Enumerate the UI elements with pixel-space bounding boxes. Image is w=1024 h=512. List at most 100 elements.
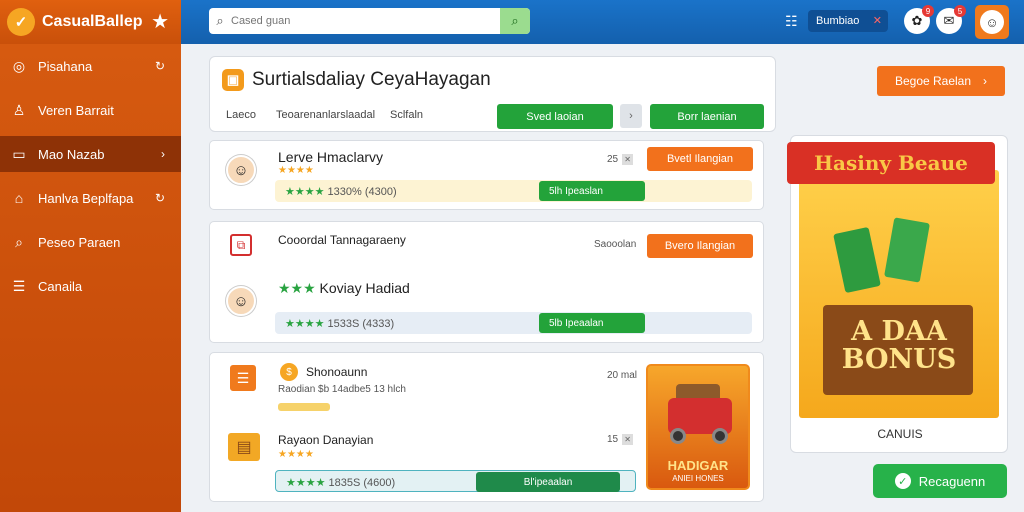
check-icon: ✓	[894, 473, 911, 489]
claim-button-label: Recaguenn	[918, 473, 986, 489]
account-pill[interactable]: Bumbiao ✕	[808, 10, 888, 32]
sidebar-item-label: Canaila	[38, 278, 83, 294]
claim-button[interactable]: ✓ Recaguenn	[873, 464, 1007, 498]
chevron-right-icon: ›	[983, 74, 988, 88]
sidebar-item-label: Veren Barrait	[38, 102, 114, 118]
sidebar-item-3[interactable]: ⌂ Hanlva Beplfapa ↻	[0, 180, 181, 216]
chevron-right-icon: ›	[161, 147, 165, 161]
monitor-icon: ▭	[12, 145, 26, 162]
messages-badge: 5	[954, 5, 966, 17]
top-orange-button-label: Begoe Raelan	[894, 74, 972, 88]
coin-icon: $	[280, 363, 298, 381]
banknote-icon	[833, 226, 881, 294]
star-icon[interactable]: ★	[151, 9, 169, 34]
stats-strip: ★★★★ 1533S (4333) 5lb Ipeaalan	[275, 312, 752, 334]
bonus-text: A DAA BONUS	[841, 316, 957, 375]
close-icon[interactable]: ✕	[622, 154, 634, 165]
wheel-icon	[670, 428, 686, 444]
user-icon: ♙	[12, 101, 26, 118]
rating-stars: ★★★★	[278, 165, 314, 176]
filter-label[interactable]: Teoarenanlarslaadal	[276, 109, 375, 121]
thumbnail-title: HADIGAR	[667, 458, 729, 473]
account-pill-label: Bumbiao	[816, 15, 860, 27]
stats-text: ★★★★ 1330% (4300)	[285, 186, 397, 198]
filter-label[interactable]: Laeco	[226, 109, 256, 121]
avatar-icon: ☺	[980, 10, 1004, 34]
search-button[interactable]: ⌕	[500, 8, 530, 34]
game-name: Lerve Hmaclarvy	[278, 149, 384, 165]
wheel-icon	[712, 428, 728, 444]
chest-icon: ▤	[228, 433, 260, 461]
player-count: 25 ✕	[607, 154, 634, 165]
stats-text: ★★★★ 1533S (4333)	[285, 318, 395, 330]
compass-icon: ◎	[12, 57, 26, 74]
game-subtitle: Raodian $b 14adbe5 13 hlch	[278, 384, 406, 395]
chat-icon: ✉	[943, 13, 955, 28]
sidebar-item-1[interactable]: ♙ Veren Barrait	[0, 92, 181, 128]
promo-panel[interactable]: A DAA BONUS Hasiny Beaue CANUIS	[787, 135, 1008, 453]
card-right-label: Saooolan	[594, 239, 637, 250]
join-button[interactable]: Bl'ipeaalan	[476, 472, 620, 492]
game-thumbnail[interactable]: HADIGAR ANIEI HONES	[646, 364, 750, 490]
search-input[interactable]	[231, 15, 500, 27]
brand[interactable]: ✓ CasualBallep ★	[0, 0, 181, 44]
game-name: Shonoaunn	[306, 365, 368, 379]
join-button[interactable]: 5lb Ipeaalan	[539, 313, 645, 333]
sidebar-item-0[interactable]: ◎ Pisahana ↻	[0, 48, 181, 84]
game-name: ★★★ Koviay Hadiad	[278, 280, 410, 296]
games-icon: ▣	[222, 69, 244, 91]
notification-button[interactable]: ✿ 9	[904, 5, 934, 34]
avatar: ☺	[226, 286, 256, 316]
play-button[interactable]: Bvetl Ilangian	[647, 147, 753, 171]
top-orange-button[interactable]: Begoe Raelan ›	[877, 66, 1005, 96]
logo-icon: ✓	[7, 8, 35, 36]
progress-bar	[278, 403, 330, 411]
app-name: CasualBallep	[42, 13, 143, 30]
refresh-icon: ↻	[154, 191, 165, 205]
profile-button[interactable]: ☺	[975, 5, 1009, 39]
game-logo-icon: ⧉	[230, 234, 252, 256]
sidebar-item-2[interactable]: ▭ Mao Nazab ›	[0, 136, 181, 172]
sidebar-item-label: Pisahana	[38, 58, 93, 74]
notification-badge: 9	[922, 5, 934, 17]
join-button[interactable]: 5lh Ipeaslan	[539, 181, 645, 201]
rating-stars: ★★★★	[278, 449, 314, 460]
search-icon: ⌕	[15, 233, 23, 250]
promo-ribbon: Hasiny Beaue	[787, 142, 995, 184]
bonus-artwork: A DAA BONUS	[799, 170, 999, 418]
player-count: 15 ✕	[607, 434, 634, 445]
play-button[interactable]: Bvero Ilangian	[647, 234, 753, 258]
grid-icon[interactable]: ☷	[785, 13, 798, 30]
stats-strip: ★★★★ 1835S (4600) Bl'ipeaalan	[275, 470, 636, 492]
banknote-icon	[884, 217, 930, 283]
filter-label[interactable]: Sclfaln	[390, 109, 423, 121]
sidebar-item-label: Mao Nazab	[38, 146, 105, 162]
page-title: Surtialsdaliay CeyaHayagan	[252, 69, 491, 90]
close-icon[interactable]: ✕	[873, 14, 882, 27]
sidebar: ◎ Pisahana ↻ ♙ Veren Barrait ▭ Mao Nazab…	[0, 44, 181, 512]
chevron-right-icon[interactable]: ›	[620, 104, 642, 128]
thumbnail-subtitle: ANIEI HONES	[672, 474, 724, 483]
green-action-button-2[interactable]: Borr laenian	[650, 104, 764, 129]
refresh-icon: ↻	[154, 59, 165, 73]
messages-button[interactable]: ✉ 5	[936, 5, 966, 34]
card-heading: Cooordal Tannagaraeny	[278, 233, 406, 247]
promo-caption: CANUIS	[877, 427, 923, 441]
avatar: ☺	[226, 155, 256, 185]
sidebar-item-4[interactable]: ⌕ Peseo Paraen	[0, 224, 181, 260]
game-name: Rayaon Danayian	[278, 433, 374, 447]
bell-icon: ✿	[911, 13, 923, 28]
close-icon[interactable]: ✕	[622, 434, 634, 445]
list-icon: ☰	[12, 277, 26, 294]
stats-text: ★★★★ 1835S (4600)	[286, 477, 396, 489]
green-action-button[interactable]: Sved laoian	[497, 104, 613, 129]
stats-strip: ★★★★ 1330% (4300) 5lh Ipeaslan	[275, 180, 752, 202]
list-icon: ☰	[230, 365, 256, 391]
search-icon: ⌕	[216, 13, 224, 28]
sidebar-item-label: Hanlva Beplfapa	[38, 190, 134, 206]
home-icon: ⌂	[14, 190, 24, 206]
player-count: 20 mal	[607, 370, 638, 381]
sidebar-item-5[interactable]: ☰ Canaila	[0, 268, 181, 304]
search-bar: ⌕ ⌕	[209, 8, 530, 34]
sidebar-item-label: Peseo Paraen	[38, 234, 121, 250]
